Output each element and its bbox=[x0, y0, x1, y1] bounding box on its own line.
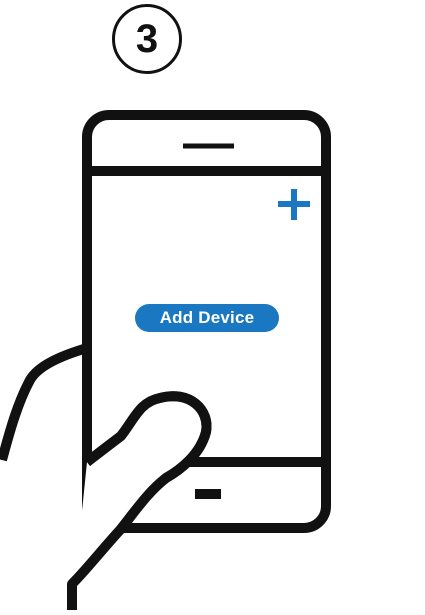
hand-palm-edge bbox=[0, 343, 89, 462]
plus-icon[interactable] bbox=[276, 188, 312, 222]
phone-home-button bbox=[195, 489, 221, 499]
plus-icon-vertical-bar bbox=[291, 189, 297, 220]
add-device-button[interactable]: Add Device bbox=[135, 304, 279, 332]
